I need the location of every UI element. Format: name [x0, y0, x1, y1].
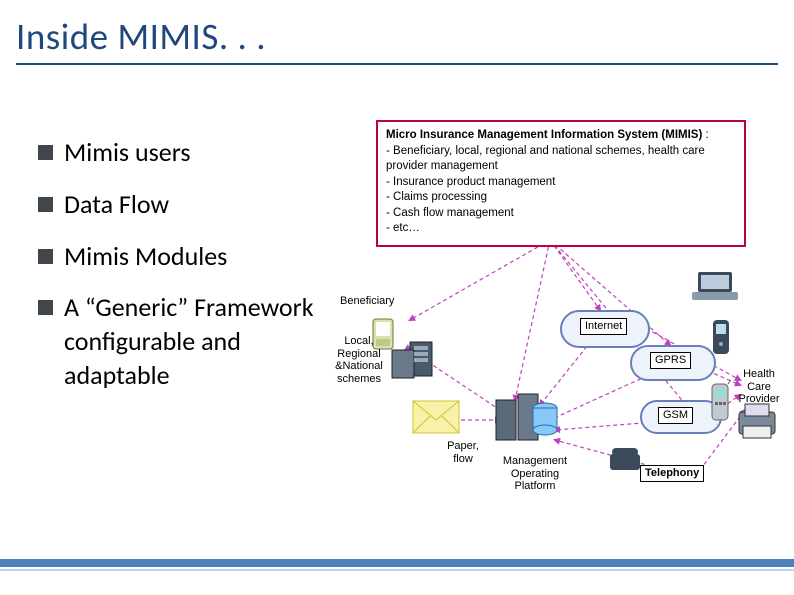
bullet-text: A “Generic” Framework configurable and a… — [64, 291, 340, 392]
fax-printer-icon — [735, 402, 779, 447]
label-provider: Health Care Provider — [735, 368, 783, 406]
bullet-item: A “Generic” Framework configurable and a… — [38, 291, 340, 392]
bullet-text: Mimis Modules — [64, 240, 227, 272]
label-internet: Internet — [580, 318, 627, 335]
desk-phone-icon — [608, 446, 644, 479]
bullet-item: Mimis Modules — [38, 240, 340, 274]
label-schemes: Local, Regional &National schemes — [324, 335, 394, 386]
phone-gsm-icon — [706, 380, 734, 429]
server-rack-icon — [390, 340, 436, 385]
bullet-list: Mimis users Data Flow Mimis Modules A “G… — [38, 136, 340, 393]
phone-gprs-icon — [710, 318, 732, 363]
label-platform: Management Operating Platform — [490, 455, 580, 493]
mimis-box-line: - etc… — [386, 222, 420, 234]
mimis-box-suffix: : — [702, 129, 708, 141]
diagram-column: Micro Insurance Management Information S… — [340, 120, 794, 535]
bullet-item: Mimis users — [38, 136, 340, 170]
footer-bar — [0, 559, 794, 573]
bullet-item: Data Flow — [38, 188, 340, 222]
laptop-icon — [690, 270, 740, 309]
bullet-column: Mimis users Data Flow Mimis Modules A “G… — [0, 120, 340, 535]
database-servers-icon — [490, 390, 560, 455]
bullet-text: Data Flow — [64, 188, 169, 220]
content-area: Mimis users Data Flow Mimis Modules A “G… — [0, 120, 794, 535]
mimis-box-line: - Beneficiary, local, regional and natio… — [386, 145, 705, 173]
mimis-box-line: - Insurance product management — [386, 176, 555, 188]
label-beneficiary: Beneficiary — [340, 295, 394, 308]
label-telephony: Telephony — [640, 465, 704, 482]
label-paper: Paper, flow — [440, 440, 486, 465]
envelope-icon — [412, 400, 460, 439]
mimis-description-box: Micro Insurance Management Information S… — [376, 120, 746, 247]
label-gprs: GPRS — [650, 352, 691, 369]
bullet-text: Mimis users — [64, 136, 191, 168]
label-gsm: GSM — [658, 407, 693, 424]
mimis-box-line: - Claims processing — [386, 191, 487, 203]
slide-title: Inside MIMIS. . . — [16, 14, 266, 59]
mimis-box-line: - Cash flow management — [386, 207, 514, 219]
mimis-box-title: Micro Insurance Management Information S… — [386, 129, 702, 141]
title-underline — [16, 63, 778, 65]
